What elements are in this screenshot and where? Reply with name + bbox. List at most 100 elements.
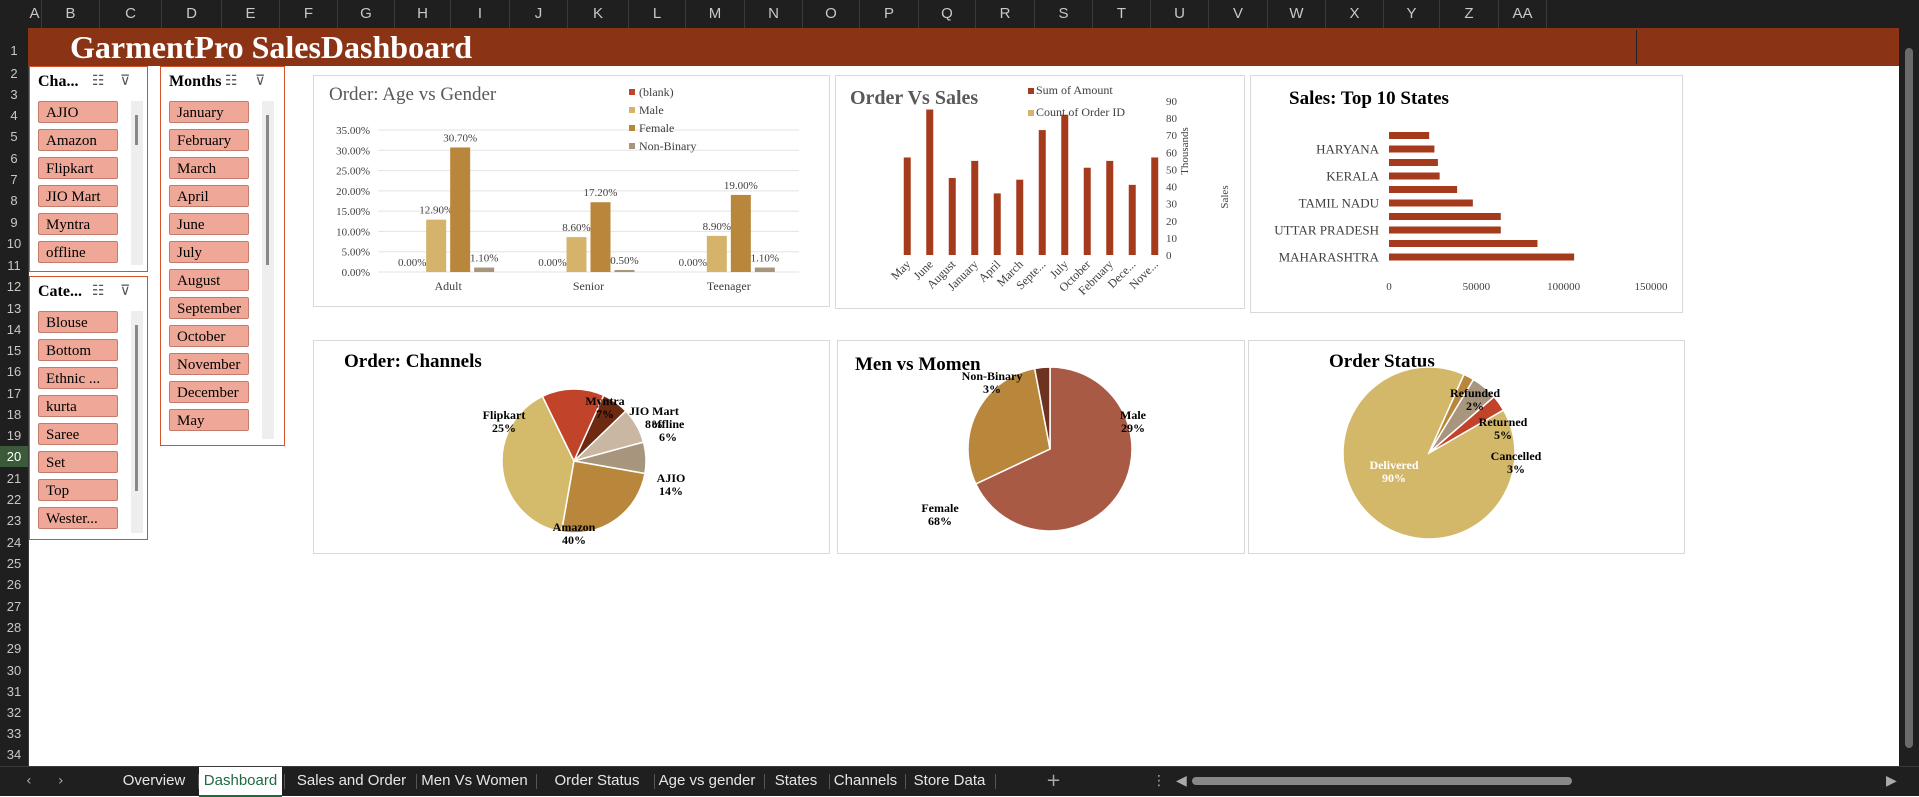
slicer-item-flipkart[interactable]: Flipkart: [38, 157, 118, 179]
bar[interactable]: [1389, 253, 1575, 261]
column-header[interactable]: Z: [1440, 0, 1499, 28]
row-header[interactable]: 20: [0, 446, 28, 467]
bar[interactable]: [1083, 167, 1091, 255]
column-header[interactable]: I: [451, 0, 510, 28]
multi-select-icon[interactable]: ☷: [92, 73, 105, 89]
row-header[interactable]: 9: [0, 212, 28, 233]
chart-men-vs-women[interactable]: Men vs Momen Female 68% Male 29% Non-Binary 3…: [837, 340, 1245, 554]
row-header[interactable]: 27: [0, 596, 28, 617]
column-header[interactable]: D: [162, 0, 222, 28]
column-header[interactable]: V: [1209, 0, 1268, 28]
bar[interactable]: [450, 147, 471, 272]
slicer-item-amazon[interactable]: Amazon: [38, 129, 118, 151]
bar[interactable]: [926, 109, 934, 255]
slicer-item-bottom[interactable]: Bottom: [38, 339, 118, 361]
row-header[interactable]: 22: [0, 489, 28, 510]
slicer-item-saree[interactable]: Saree: [38, 423, 118, 445]
row-header[interactable]: 32: [0, 702, 28, 723]
column-header[interactable]: L: [629, 0, 686, 28]
prev-sheet-icon[interactable]: ‹: [26, 767, 32, 795]
sheet-tab-overview[interactable]: Overview: [112, 767, 196, 795]
row-header[interactable]: 15: [0, 340, 28, 361]
sheet-tab-dashboard[interactable]: Dashboard: [199, 767, 282, 797]
bar[interactable]: [1389, 226, 1501, 234]
slicer-item-july[interactable]: July: [169, 241, 249, 263]
more-options-icon[interactable]: ⋮: [1152, 767, 1166, 795]
column-header[interactable]: X: [1326, 0, 1384, 28]
row-header[interactable]: 23: [0, 510, 28, 531]
row-header[interactable]: 17: [0, 383, 28, 404]
row-header[interactable]: 21: [0, 468, 28, 489]
sheet-tab-order-status[interactable]: Order Status: [542, 767, 652, 795]
slicer-scrollbar[interactable]: [131, 101, 143, 265]
bar[interactable]: [1389, 213, 1501, 220]
clear-filter-icon[interactable]: ⊽: [120, 73, 130, 89]
slicer-item-jio-mart[interactable]: JIO Mart: [38, 185, 118, 207]
bar[interactable]: [1038, 130, 1046, 255]
sheet-tab-age-vs-gender[interactable]: Age vs gender: [652, 767, 762, 795]
bar[interactable]: [754, 267, 775, 272]
column-header[interactable]: S: [1035, 0, 1093, 28]
row-header[interactable]: 13: [0, 298, 28, 319]
sheet-tab-store-data[interactable]: Store Data: [906, 767, 993, 795]
row-header[interactable]: 4: [0, 105, 28, 126]
row-header[interactable]: 1: [0, 40, 28, 61]
chart-age-vs-gender[interactable]: Order: Age vs Gender 35.00% 30.00% 25.00% 2…: [313, 75, 830, 307]
slicer-item-blouse[interactable]: Blouse: [38, 311, 118, 333]
column-header[interactable]: E: [222, 0, 280, 28]
slicer-item-set[interactable]: Set: [38, 451, 118, 473]
bar[interactable]: [1389, 199, 1473, 207]
column-header[interactable]: U: [1151, 0, 1209, 28]
slicer-scrollbar[interactable]: [262, 101, 274, 439]
row-header[interactable]: 2: [0, 63, 28, 84]
slicer-months[interactable]: Months ☷ ⊽ January February March April June…: [160, 66, 285, 446]
bar[interactable]: [1389, 240, 1538, 247]
row-header[interactable]: 26: [0, 574, 28, 595]
slicer-item-ajio[interactable]: AJIO: [38, 101, 118, 123]
multi-select-icon[interactable]: ☷: [225, 73, 238, 89]
row-header[interactable]: 19: [0, 425, 28, 446]
column-header[interactable]: B: [42, 0, 100, 28]
slicer-item-myntra[interactable]: Myntra: [38, 213, 118, 235]
row-header[interactable]: 10: [0, 233, 28, 254]
column-header[interactable]: C: [100, 0, 162, 28]
row-header[interactable]: 30: [0, 660, 28, 681]
row-header[interactable]: 16: [0, 361, 28, 382]
bar[interactable]: [948, 178, 956, 255]
bar[interactable]: [590, 202, 611, 272]
clear-filter-icon[interactable]: ⊽: [255, 73, 265, 89]
column-header[interactable]: Q: [919, 0, 976, 28]
column-header[interactable]: A: [28, 0, 42, 28]
add-sheet-button[interactable]: +: [1046, 767, 1061, 795]
scroll-right-icon[interactable]: ▶: [1886, 767, 1897, 795]
bar[interactable]: [474, 267, 495, 272]
slicer-scrollbar[interactable]: [131, 311, 143, 533]
bar[interactable]: [706, 235, 727, 272]
bar[interactable]: [566, 237, 587, 272]
sheet-tab-men-vs-women[interactable]: Men Vs Women: [415, 767, 534, 795]
bar[interactable]: [1106, 160, 1114, 255]
bar[interactable]: [1016, 179, 1024, 255]
column-header[interactable]: W: [1268, 0, 1326, 28]
bar[interactable]: [730, 194, 751, 272]
slicer-item-january[interactable]: January: [169, 101, 249, 123]
next-sheet-icon[interactable]: ›: [58, 767, 64, 795]
row-header[interactable]: 5: [0, 126, 28, 147]
column-header[interactable]: M: [686, 0, 745, 28]
scroll-thumb[interactable]: [1192, 777, 1572, 785]
slicer-item-wester[interactable]: Wester...: [38, 507, 118, 529]
column-header[interactable]: G: [338, 0, 395, 28]
column-header[interactable]: Y: [1384, 0, 1440, 28]
slicer-item-december[interactable]: December: [169, 381, 249, 403]
chart-order-vs-sales[interactable]: Order Vs Sales May June August January April…: [835, 75, 1245, 309]
clear-filter-icon[interactable]: ⊽: [120, 283, 130, 299]
column-header[interactable]: F: [280, 0, 338, 28]
slicer-item-august[interactable]: August: [169, 269, 249, 291]
bar[interactable]: [1389, 145, 1435, 153]
row-header[interactable]: 28: [0, 617, 28, 638]
bar[interactable]: [614, 269, 635, 272]
sheet-tab-states[interactable]: States: [765, 767, 827, 795]
column-header[interactable]: P: [860, 0, 919, 28]
bar[interactable]: [1389, 186, 1458, 193]
slicer-item-october[interactable]: October: [169, 325, 249, 347]
